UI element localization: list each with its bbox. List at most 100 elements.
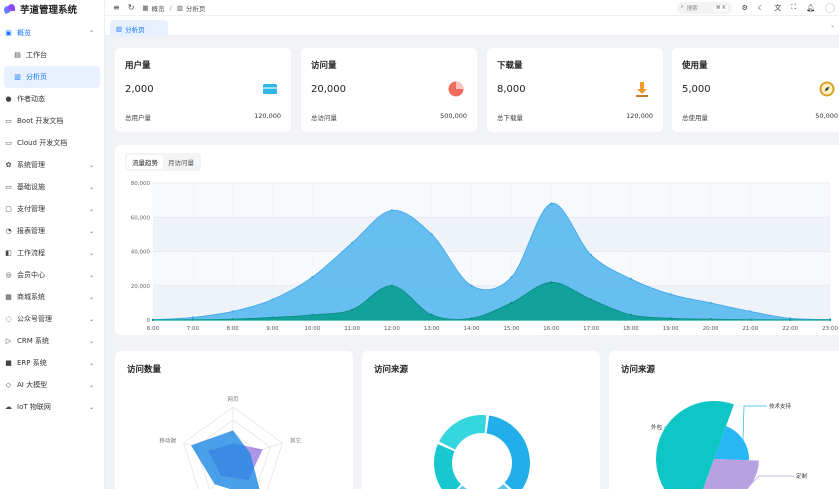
x-tick-label: 18:00	[623, 326, 639, 332]
sidebar-item[interactable]: ✿ 系统管理 ⌄	[0, 154, 104, 176]
members-icon: ◎	[5, 271, 12, 279]
data-point	[351, 241, 354, 245]
sidebar-item[interactable]: ◧ 工作流程 ⌄	[0, 242, 104, 264]
sidebar-item[interactable]: ▭ Cloud 开发文档	[0, 132, 104, 154]
theme-moon-icon[interactable]: ☾	[758, 4, 764, 12]
sidebar-item-label: 工作台	[26, 51, 47, 59]
pie-label: 定制	[796, 472, 808, 480]
radar-indicator-label: 移动端	[159, 436, 176, 444]
data-point	[231, 310, 234, 313]
sidebar-item-label: ERP 系统	[17, 359, 47, 367]
data-point	[311, 313, 314, 316]
x-tick-label: 22:00	[782, 326, 798, 332]
donut-slice	[486, 415, 530, 489]
sidebar-item-label: 商城系统	[17, 293, 45, 301]
data-point	[271, 316, 274, 319]
data-point	[390, 209, 394, 212]
sidebar-item[interactable]: ▦ 商城系统 ⌄	[0, 286, 104, 308]
document-icon: ▭	[5, 139, 12, 147]
traffic-trend-card: 流量趋势 月访问量 0 20,000 40,000 60,000 80,000 6:00 7…	[115, 145, 839, 335]
data-point	[430, 313, 433, 316]
sidebar-item-label: Cloud 开发文档	[17, 139, 68, 147]
settings-icon[interactable]: ⚙	[742, 4, 748, 12]
x-tick-label: 11:00	[344, 326, 360, 332]
sidebar-item[interactable]: ☁ IoT 物联网 ⌄	[0, 396, 104, 418]
donut-slice	[434, 444, 461, 489]
data-point	[510, 276, 513, 279]
x-tick-label: 9:00	[266, 326, 279, 332]
crm-icon: ▷	[5, 337, 12, 345]
shop-icon: ▦	[5, 293, 12, 301]
avatar[interactable]	[825, 2, 835, 13]
sidebar-item[interactable]: ◇ AI 大模型 ⌄	[0, 374, 104, 396]
sidebar-item[interactable]: ▣ 概览 ⌃	[0, 22, 104, 44]
stat-total-label: 总访问量	[311, 114, 337, 122]
stat-title: 下载量	[497, 61, 523, 71]
app-logo[interactable]: 芋道管理系统	[0, 0, 104, 18]
sidebar-item[interactable]: ▤ 工作台	[0, 44, 104, 66]
x-tick-label: 23:00	[822, 326, 838, 332]
sidebar-item-label: AI 大模型	[17, 381, 48, 389]
visit-source-pie-card: 访问来源 技术支持 定制 外包	[609, 351, 839, 489]
wallet-icon: ▢	[5, 205, 12, 213]
sidebar-item[interactable]: ● 作者动态	[0, 88, 104, 110]
refresh-icon[interactable]: ↻	[128, 3, 135, 12]
data-point	[311, 276, 314, 279]
data-point	[271, 298, 274, 301]
chevron-down-icon: ⌄	[88, 315, 94, 323]
bell-icon[interactable]: 🔔︎	[806, 4, 815, 12]
search-box[interactable]: ⌕ 搜索 ⌘ K	[676, 1, 732, 14]
data-point	[589, 298, 593, 301]
pie-icon: ◔	[5, 227, 12, 235]
tab-analysis[interactable]: ▥ 分析页	[110, 20, 168, 37]
data-point	[749, 310, 752, 313]
visits-count-card: 访问数量 网页移动端Ipad第三方其它	[115, 351, 353, 489]
donut-chart	[434, 415, 530, 489]
radar-indicator-label: 网页	[227, 396, 239, 403]
data-point	[351, 308, 354, 311]
breadcrumb-item[interactable]: 分析页	[186, 3, 206, 13]
sidebar-item[interactable]: ◌ 公众号管理 ⌄	[0, 308, 104, 330]
x-tick-label: 8:00	[226, 326, 239, 332]
breadcrumb: ▦ 概览 / ▥ 分析页	[142, 3, 205, 13]
menu-toggle-icon[interactable]: ≡	[113, 3, 120, 12]
sidebar-item[interactable]: ▥ 分析页	[4, 66, 100, 88]
data-point	[709, 301, 712, 304]
ai-icon: ◇	[5, 381, 12, 389]
sidebar-item[interactable]: ▷ CRM 系统 ⌄	[0, 330, 104, 352]
data-point	[629, 313, 632, 316]
x-tick-label: 13:00	[424, 326, 440, 332]
sidebar-item[interactable]: ▭ 基础设施 ⌄	[0, 176, 104, 198]
chevron-down-icon: ⌄	[88, 403, 94, 411]
gear-icon: ✿	[5, 161, 12, 169]
chevron-down-icon: ⌄	[88, 337, 94, 345]
breadcrumb-separator: /	[169, 3, 172, 12]
chevron-down-icon: ⌄	[88, 359, 94, 367]
y-tick-label: 80,000	[131, 181, 151, 187]
pie-label: 外包	[651, 423, 663, 431]
fullscreen-icon[interactable]: ⛶	[791, 3, 796, 12]
stat-card: 用户量 2,000 总用户量 120,000	[115, 48, 291, 132]
chevron-down-icon: ⌄	[88, 293, 94, 301]
data-point	[390, 284, 394, 287]
sidebar-item-label: 工作流程	[17, 249, 45, 257]
data-point	[669, 317, 672, 320]
search-shortcut: ⌘ K	[713, 4, 728, 11]
header-actions: ⌕ 搜索 ⌘ K ⚙ ☾ 文 ⛶ 🔔︎	[676, 0, 839, 15]
translate-icon[interactable]: 文	[774, 3, 781, 13]
x-tick-label: 21:00	[742, 326, 758, 332]
sidebar-item[interactable]: ▭ Boot 开发文档	[0, 110, 104, 132]
sidebar-item[interactable]: ◎ 会员中心 ⌄	[0, 264, 104, 286]
sidebar-item-label: 分析页	[26, 73, 47, 81]
x-tick-label: 17:00	[583, 326, 599, 332]
sidebar-item[interactable]: ◔ 报表管理 ⌄	[0, 220, 104, 242]
chevron-down-icon[interactable]: ⌄	[830, 22, 835, 29]
data-point	[669, 293, 672, 296]
breadcrumb-item[interactable]: 概览	[152, 3, 165, 13]
sidebar-item[interactable]: ▢ 支付管理 ⌄	[0, 198, 104, 220]
x-tick-label: 19:00	[663, 326, 679, 332]
user-icon: ●	[5, 95, 12, 103]
logo-icon	[4, 4, 16, 14]
document-icon: ▭	[5, 117, 12, 125]
sidebar-item[interactable]: ■ ERP 系统 ⌄	[0, 352, 104, 374]
